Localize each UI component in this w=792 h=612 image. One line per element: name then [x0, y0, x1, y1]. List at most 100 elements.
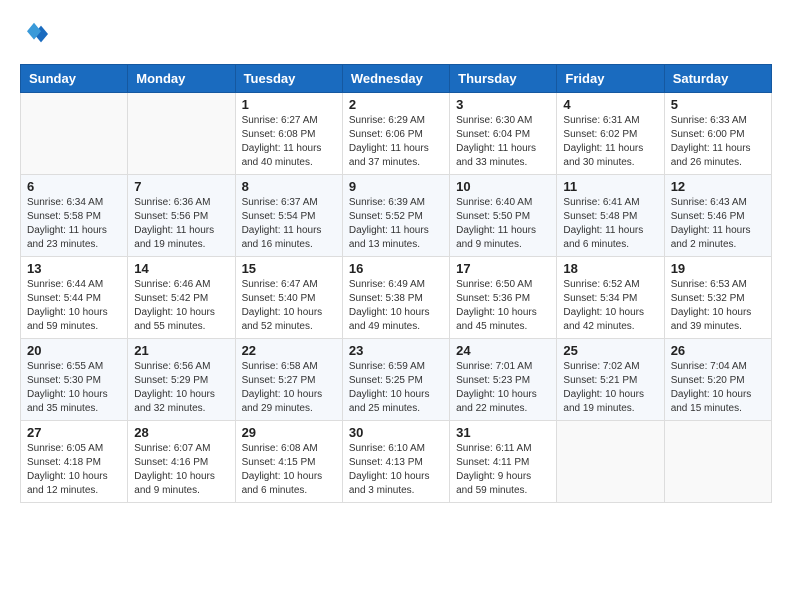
day-number: 13: [27, 261, 121, 276]
day-number: 25: [563, 343, 657, 358]
day-number: 3: [456, 97, 550, 112]
calendar-header-row: SundayMondayTuesdayWednesdayThursdayFrid…: [21, 65, 772, 93]
cell-content: Sunrise: 6:27 AM Sunset: 6:08 PM Dayligh…: [242, 114, 336, 170]
cell-content: Sunrise: 6:55 AM Sunset: 5:30 PM Dayligh…: [27, 360, 121, 416]
calendar-cell: 26Sunrise: 7:04 AM Sunset: 5:20 PM Dayli…: [664, 339, 771, 421]
column-header-monday: Monday: [128, 65, 235, 93]
calendar-cell: 28 Sunrise: 6:07 AM Sunset: 4:16 PM Dayli…: [128, 421, 235, 503]
logo: [20, 20, 52, 48]
calendar-cell: 2 Sunrise: 6:29 AM Sunset: 6:06 PM Daylig…: [342, 93, 449, 175]
calendar-cell: 27 Sunrise: 6:05 AM Sunset: 4:18 PM Dayli…: [21, 421, 128, 503]
cell-content: Sunrise: 6:44 AM Sunset: 5:44 PM Dayligh…: [27, 278, 121, 334]
calendar-cell: 25 Sunrise: 7:02 AM Sunset: 5:21 PM Dayli…: [557, 339, 664, 421]
cell-content: Sunrise: 6:05 AM Sunset: 4:18 PM Dayligh…: [27, 442, 121, 498]
calendar-cell: 19 Sunrise: 6:53 AM Sunset: 5:32 PM Dayli…: [664, 257, 771, 339]
day-number: 21: [134, 343, 228, 358]
calendar-cell: 11 Sunrise: 6:41 AM Sunset: 5:48 PM Dayli…: [557, 175, 664, 257]
day-number: 30: [349, 425, 443, 440]
day-number: 19: [671, 261, 765, 276]
cell-content: Sunrise: 6:31 AM Sunset: 6:02 PM Dayligh…: [563, 114, 657, 170]
calendar-cell: 20 Sunrise: 6:55 AM Sunset: 5:30 PM Dayli…: [21, 339, 128, 421]
day-number: 5: [671, 97, 765, 112]
cell-content: Sunrise: 6:08 AM Sunset: 4:15 PM Dayligh…: [242, 442, 336, 498]
day-number: 12: [671, 179, 765, 194]
day-number: 17: [456, 261, 550, 276]
calendar-cell: [128, 93, 235, 175]
day-number: 14: [134, 261, 228, 276]
column-header-tuesday: Tuesday: [235, 65, 342, 93]
calendar-cell: 5 Sunrise: 6:33 AM Sunset: 6:00 PM Daylig…: [664, 93, 771, 175]
column-header-wednesday: Wednesday: [342, 65, 449, 93]
calendar-cell: 16 Sunrise: 6:49 AM Sunset: 5:38 PM Dayli…: [342, 257, 449, 339]
day-number: 16: [349, 261, 443, 276]
day-number: 15: [242, 261, 336, 276]
cell-content: Sunrise: 6:43 AM Sunset: 5:46 PM Dayligh…: [671, 196, 765, 252]
calendar-cell: [21, 93, 128, 175]
calendar-cell: 21 Sunrise: 6:56 AM Sunset: 5:29 PM Dayli…: [128, 339, 235, 421]
cell-content: Sunrise: 6:56 AM Sunset: 5:29 PM Dayligh…: [134, 360, 228, 416]
cell-content: Sunrise: 6:47 AM Sunset: 5:40 PM Dayligh…: [242, 278, 336, 334]
calendar-table: SundayMondayTuesdayWednesdayThursdayFrid…: [20, 64, 772, 503]
calendar-cell: 3 Sunrise: 6:30 AM Sunset: 6:04 PM Daylig…: [450, 93, 557, 175]
cell-content: Sunrise: 6:34 AM Sunset: 5:58 PM Dayligh…: [27, 196, 121, 252]
column-header-saturday: Saturday: [664, 65, 771, 93]
day-number: 7: [134, 179, 228, 194]
calendar-cell: 23Sunrise: 6:59 AM Sunset: 5:25 PM Dayli…: [342, 339, 449, 421]
calendar-cell: 14 Sunrise: 6:46 AM Sunset: 5:42 PM Dayli…: [128, 257, 235, 339]
calendar-week-row: 6 Sunrise: 6:34 AM Sunset: 5:58 PM Daylig…: [21, 175, 772, 257]
page-header: [20, 20, 772, 48]
calendar-cell: 30 Sunrise: 6:10 AM Sunset: 4:13 PM Dayli…: [342, 421, 449, 503]
calendar-cell: 6 Sunrise: 6:34 AM Sunset: 5:58 PM Daylig…: [21, 175, 128, 257]
cell-content: Sunrise: 6:41 AM Sunset: 5:48 PM Dayligh…: [563, 196, 657, 252]
column-header-thursday: Thursday: [450, 65, 557, 93]
day-number: 29: [242, 425, 336, 440]
calendar-cell: [664, 421, 771, 503]
calendar-cell: 29 Sunrise: 6:08 AM Sunset: 4:15 PM Dayli…: [235, 421, 342, 503]
cell-content: Sunrise: 6:39 AM Sunset: 5:52 PM Dayligh…: [349, 196, 443, 252]
cell-content: Sunrise: 7:02 AM Sunset: 5:21 PM Dayligh…: [563, 360, 657, 416]
day-number: 26: [671, 343, 765, 358]
cell-content: Sunrise: 6:37 AM Sunset: 5:54 PM Dayligh…: [242, 196, 336, 252]
cell-content: Sunrise: 7:01 AM Sunset: 5:23 PM Dayligh…: [456, 360, 550, 416]
day-number: 10: [456, 179, 550, 194]
calendar-cell: 15 Sunrise: 6:47 AM Sunset: 5:40 PM Dayli…: [235, 257, 342, 339]
day-number: 27: [27, 425, 121, 440]
day-number: 6: [27, 179, 121, 194]
calendar-cell: 12 Sunrise: 6:43 AM Sunset: 5:46 PM Dayli…: [664, 175, 771, 257]
calendar-cell: 4 Sunrise: 6:31 AM Sunset: 6:02 PM Daylig…: [557, 93, 664, 175]
day-number: 9: [349, 179, 443, 194]
cell-content: Sunrise: 6:07 AM Sunset: 4:16 PM Dayligh…: [134, 442, 228, 498]
cell-content: Sunrise: 6:33 AM Sunset: 6:00 PM Dayligh…: [671, 114, 765, 170]
day-number: 4: [563, 97, 657, 112]
day-number: 18: [563, 261, 657, 276]
cell-content: Sunrise: 6:50 AM Sunset: 5:36 PM Dayligh…: [456, 278, 550, 334]
cell-content: Sunrise: 6:29 AM Sunset: 6:06 PM Dayligh…: [349, 114, 443, 170]
cell-content: Sunrise: 6:46 AM Sunset: 5:42 PM Dayligh…: [134, 278, 228, 334]
calendar-cell: 8Sunrise: 6:37 AM Sunset: 5:54 PM Daylig…: [235, 175, 342, 257]
calendar-cell: 7 Sunrise: 6:36 AM Sunset: 5:56 PM Daylig…: [128, 175, 235, 257]
cell-content: Sunrise: 6:53 AM Sunset: 5:32 PM Dayligh…: [671, 278, 765, 334]
cell-content: Sunrise: 6:52 AM Sunset: 5:34 PM Dayligh…: [563, 278, 657, 334]
column-header-sunday: Sunday: [21, 65, 128, 93]
calendar-cell: 1Sunrise: 6:27 AM Sunset: 6:08 PM Daylig…: [235, 93, 342, 175]
logo-icon: [20, 20, 48, 48]
day-number: 28: [134, 425, 228, 440]
day-number: 24: [456, 343, 550, 358]
day-number: 31: [456, 425, 550, 440]
cell-content: Sunrise: 6:59 AM Sunset: 5:25 PM Dayligh…: [349, 360, 443, 416]
day-number: 20: [27, 343, 121, 358]
cell-content: Sunrise: 6:36 AM Sunset: 5:56 PM Dayligh…: [134, 196, 228, 252]
calendar-cell: 18 Sunrise: 6:52 AM Sunset: 5:34 PM Dayli…: [557, 257, 664, 339]
cell-content: Sunrise: 6:40 AM Sunset: 5:50 PM Dayligh…: [456, 196, 550, 252]
calendar-cell: 10 Sunrise: 6:40 AM Sunset: 5:50 PM Dayli…: [450, 175, 557, 257]
calendar-cell: 22Sunrise: 6:58 AM Sunset: 5:27 PM Dayli…: [235, 339, 342, 421]
day-number: 11: [563, 179, 657, 194]
cell-content: Sunrise: 6:30 AM Sunset: 6:04 PM Dayligh…: [456, 114, 550, 170]
day-number: 2: [349, 97, 443, 112]
calendar-week-row: 27 Sunrise: 6:05 AM Sunset: 4:18 PM Dayli…: [21, 421, 772, 503]
calendar-week-row: 13 Sunrise: 6:44 AM Sunset: 5:44 PM Dayli…: [21, 257, 772, 339]
calendar-cell: 13 Sunrise: 6:44 AM Sunset: 5:44 PM Dayli…: [21, 257, 128, 339]
cell-content: Sunrise: 6:10 AM Sunset: 4:13 PM Dayligh…: [349, 442, 443, 498]
calendar-cell: 9 Sunrise: 6:39 AM Sunset: 5:52 PM Daylig…: [342, 175, 449, 257]
cell-content: Sunrise: 6:49 AM Sunset: 5:38 PM Dayligh…: [349, 278, 443, 334]
